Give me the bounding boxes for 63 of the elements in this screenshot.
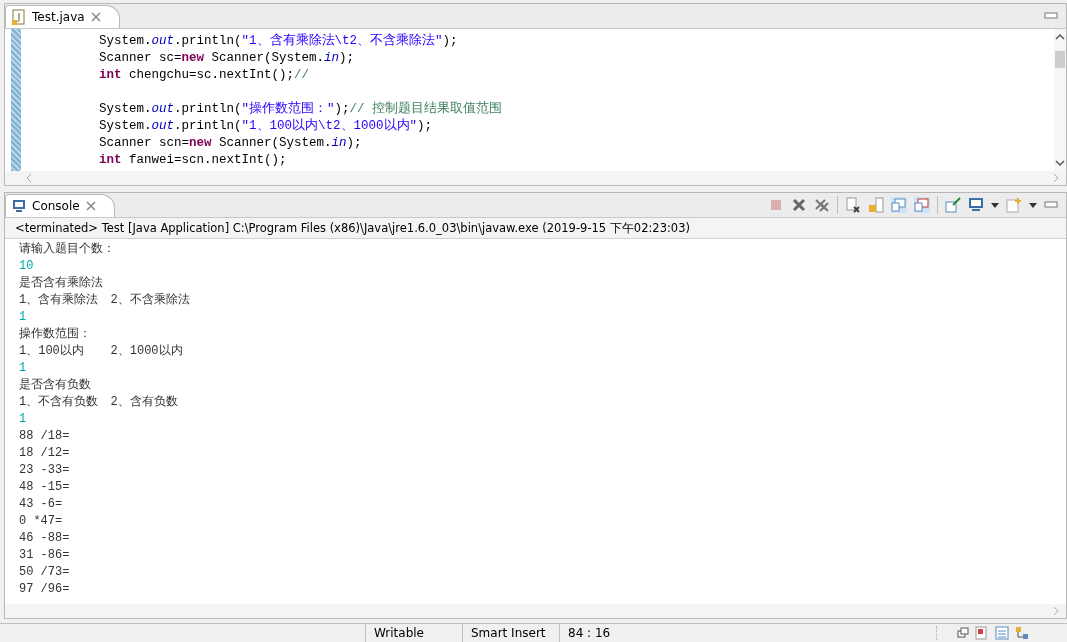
clear-icon[interactable] xyxy=(845,197,861,213)
code-line: Scanner sc=new Scanner(System.in); xyxy=(99,51,355,65)
new-console-icon[interactable] xyxy=(1006,197,1022,213)
close-icon[interactable] xyxy=(85,201,96,211)
code-line: Scanner scn=new Scanner(System.in); xyxy=(99,136,362,150)
output-line: 0 *47= xyxy=(19,514,63,528)
scroll-right-icon[interactable] xyxy=(1052,173,1060,183)
pin-icon[interactable] xyxy=(945,197,961,213)
output-line: 18 /12= xyxy=(19,446,70,460)
output-line: 88 /18= xyxy=(19,429,70,443)
output-line: 是否含有负数 xyxy=(19,378,91,392)
scroll-lock-icon[interactable] xyxy=(868,197,884,213)
hierarchy-icon[interactable] xyxy=(1015,626,1029,640)
code-line: System.out.println("1、100以内\t2、1000以内"); xyxy=(99,119,433,133)
output-line: 是否含有乘除法 xyxy=(19,276,103,290)
display-console-icon[interactable] xyxy=(968,197,984,213)
input-line: 1 xyxy=(19,361,27,375)
scroll-down-icon[interactable] xyxy=(1055,159,1065,167)
code-line: System.out.println("1、含有乘除法\t2、不含乘除法"); xyxy=(99,34,458,48)
close-icon[interactable] xyxy=(90,12,101,22)
minimize-icon[interactable] xyxy=(1044,12,1058,20)
console-header: <terminated> Test [Java Application] C:\Program Files (x86)\Java\jre1.6.0_03\bin\javaw.exe (2019-9-15 下午02:23:03) xyxy=(5,218,1066,239)
output-line: 请输入题目个数： xyxy=(19,242,115,256)
status-field: Writable xyxy=(365,624,462,642)
caret-icon[interactable] xyxy=(991,202,999,208)
remove-all-icon[interactable] xyxy=(814,197,830,213)
word-wrap-icon[interactable] xyxy=(891,197,907,213)
status-field: 84 : 16 xyxy=(559,624,736,642)
outline-icon[interactable] xyxy=(975,626,989,640)
scroll-left-icon[interactable] xyxy=(25,173,33,183)
monitor-icon xyxy=(12,199,26,213)
restore-icon[interactable] xyxy=(957,627,969,639)
output-line: 43 -6= xyxy=(19,497,63,511)
input-line: 1 xyxy=(19,310,27,324)
status-field: Smart Insert xyxy=(462,624,559,642)
output-line: 1、100以内 2、1000以内 xyxy=(19,344,183,358)
code-line: int fanwei=scn.nextInt(); xyxy=(99,153,287,167)
output-line: 操作数范围： xyxy=(19,327,91,341)
output-line: 23 -33= xyxy=(19,463,70,477)
scroll-thumb[interactable] xyxy=(1055,51,1065,68)
output-line: 46 -88= xyxy=(19,531,70,545)
editor-tab[interactable]: Test.java xyxy=(5,5,120,28)
minimize-icon[interactable] xyxy=(1044,201,1058,209)
scroll-right-icon[interactable] xyxy=(1052,606,1060,616)
code-line: System.out.println("操作数范围：");// 控制题目结果取值范围 xyxy=(99,102,503,116)
vertical-scrollbar[interactable] xyxy=(1054,29,1066,171)
scroll-up-icon[interactable] xyxy=(1055,33,1065,41)
list-icon[interactable] xyxy=(995,626,1009,640)
stop-icon[interactable] xyxy=(768,197,784,213)
output-line: 50 /73= xyxy=(19,565,70,579)
console-tab[interactable]: Console xyxy=(5,194,115,217)
output-line: 48 -15= xyxy=(19,480,70,494)
input-line: 1 xyxy=(19,412,27,426)
remove-icon[interactable] xyxy=(791,197,807,213)
output-line: 31 -86= xyxy=(19,548,70,562)
code-line: int chengchu=sc.nextInt();// xyxy=(99,68,310,82)
show-on-output-icon[interactable] xyxy=(914,197,930,213)
output-line: 1、含有乘除法 2、不含乘除法 xyxy=(19,293,190,307)
java-file-icon xyxy=(12,9,26,25)
output-line: 1、不含有负数 2、含有负数 xyxy=(19,395,178,409)
caret-icon[interactable] xyxy=(1029,202,1037,208)
output-line: 97 /96= xyxy=(19,582,70,596)
input-line: 10 xyxy=(19,259,34,273)
